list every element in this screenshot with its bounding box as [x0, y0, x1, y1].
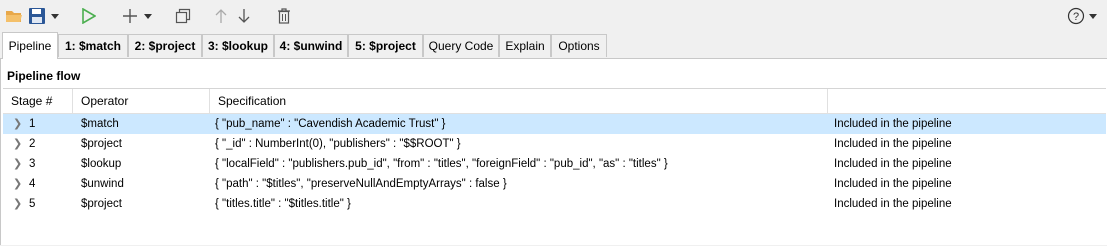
move-down-icon[interactable] [235, 4, 253, 28]
tab-bar: Pipeline 1: $match 2: $project 3: $looku… [0, 32, 1107, 59]
table-row[interactable]: ❯ 1 $match { "pub_name" : "Cavendish Aca… [3, 114, 1106, 134]
tab-explain[interactable]: Explain [499, 34, 551, 57]
duplicate-icon[interactable] [172, 4, 194, 28]
add-icon[interactable] [119, 4, 141, 28]
dropdown-arrow-icon[interactable] [1087, 4, 1099, 28]
column-header-stage[interactable]: Stage # [3, 89, 73, 113]
operator-cell: $match [81, 118, 119, 130]
expand-chevron-icon[interactable]: ❯ [13, 194, 22, 214]
specification-cell: { "localField" : "publishers.pub_id", "f… [215, 158, 668, 170]
table-row[interactable]: ❯ 3 $lookup { "localField" : "publishers… [3, 154, 1106, 174]
specification-cell: { "titles.title" : "$titles.title" } [215, 198, 351, 210]
column-header-operator[interactable]: Operator [73, 89, 210, 113]
tab-unwind[interactable]: 4: $unwind [274, 34, 348, 57]
table-row[interactable]: ❯ 4 $unwind { "path" : "$titles", "prese… [3, 174, 1106, 194]
stage-number: 2 [29, 138, 36, 150]
stage-number: 5 [29, 198, 36, 210]
operator-cell: $lookup [81, 158, 122, 170]
operator-cell: $unwind [81, 178, 124, 190]
table-row[interactable]: ❯ 2 $project { "_id" : NumberInt(0), "pu… [3, 134, 1106, 154]
operator-cell: $project [81, 138, 122, 150]
status-cell: Included in the pipeline [834, 158, 952, 170]
status-cell: Included in the pipeline [834, 138, 952, 150]
tab-project[interactable]: 2: $project [128, 34, 202, 57]
dropdown-arrow-icon[interactable] [48, 4, 62, 28]
tab-match[interactable]: 1: $match [58, 34, 128, 57]
save-icon[interactable] [26, 4, 48, 28]
specification-cell: { "path" : "$titles", "preserveNullAndEm… [215, 178, 507, 190]
tab-options[interactable]: Options [551, 34, 607, 57]
column-header-status[interactable] [828, 89, 1106, 113]
status-cell: Included in the pipeline [834, 178, 952, 190]
delete-icon[interactable] [274, 4, 294, 28]
tab-pipeline[interactable]: Pipeline [2, 32, 58, 59]
status-cell: Included in the pipeline [834, 198, 952, 210]
tab-query-code[interactable]: Query Code [423, 34, 499, 57]
tab-lookup[interactable]: 3: $lookup [202, 34, 274, 57]
table-row[interactable]: ❯ 5 $project { "titles.title" : "$titles… [3, 194, 1106, 214]
operator-cell: $project [81, 198, 122, 210]
pipeline-grid: Stage # Operator Specification ❯ 1 $matc… [3, 88, 1106, 246]
column-header-specification[interactable]: Specification [210, 89, 828, 113]
svg-text:?: ? [1073, 11, 1079, 23]
expand-chevron-icon[interactable]: ❯ [13, 154, 22, 174]
pipeline-panel: Pipeline flow Stage # Operator Specifica… [0, 59, 1107, 245]
expand-chevron-icon[interactable]: ❯ [13, 134, 22, 154]
expand-chevron-icon[interactable]: ❯ [13, 114, 22, 134]
move-up-icon[interactable] [212, 4, 230, 28]
expand-chevron-icon[interactable]: ❯ [13, 174, 22, 194]
stage-number: 4 [29, 178, 36, 190]
run-icon[interactable] [78, 4, 100, 28]
section-title: Pipeline flow [7, 69, 81, 83]
help-icon[interactable]: ? [1065, 4, 1087, 28]
specification-cell: { "pub_name" : "Cavendish Academic Trust… [215, 118, 446, 130]
stage-number: 1 [29, 118, 36, 130]
status-cell: Included in the pipeline [834, 118, 952, 130]
stage-number: 3 [29, 158, 36, 170]
folder-open-icon[interactable] [3, 4, 25, 28]
dropdown-arrow-icon[interactable] [141, 4, 155, 28]
specification-cell: { "_id" : NumberInt(0), "publishers" : "… [215, 138, 461, 150]
tab-project-2[interactable]: 5: $project [348, 34, 423, 57]
grid-header: Stage # Operator Specification [3, 89, 1106, 114]
toolbar: ? [0, 0, 1107, 32]
